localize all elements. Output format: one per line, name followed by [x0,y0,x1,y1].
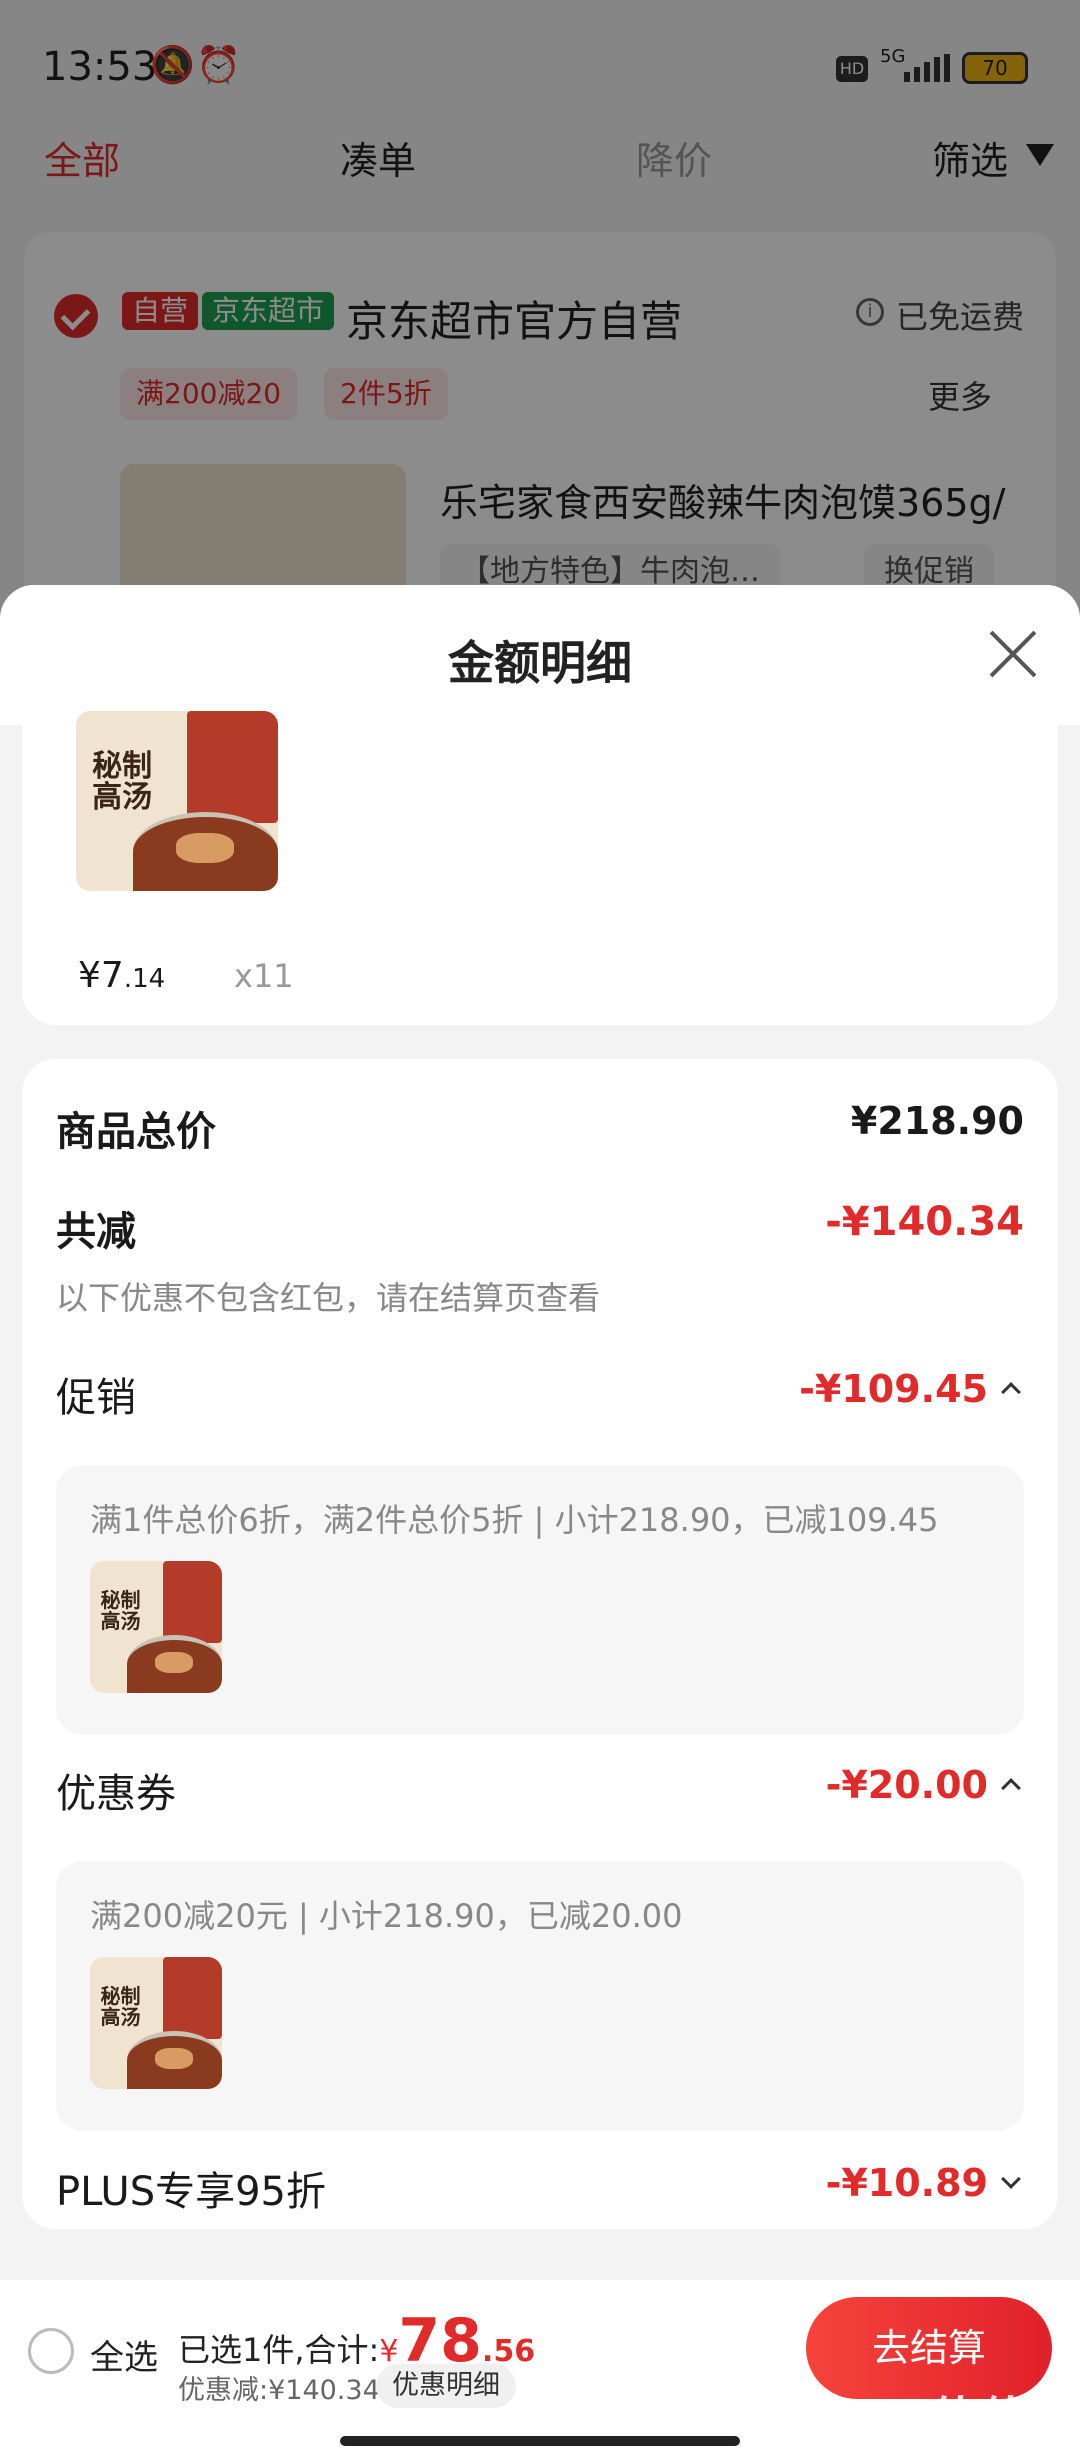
sheet-title: 金额明细 [448,636,632,690]
discount-text: 优惠减:¥140.34 [178,2375,380,2406]
promotion-item-thumbnail: 秘制高汤 [90,1561,222,1693]
plus-value: -¥10.89 [825,2161,988,2205]
item-qty: x11 [234,957,294,995]
coupon-detail: 满200减20元 | 小计218.90，已减20.00 [90,1897,683,1935]
home-indicator[interactable] [340,2436,740,2446]
chevron-down-icon [1001,2169,1021,2189]
promotion-detail-box: 满1件总价6折，满2件总价5折 | 小计218.90，已减109.45 秘制高汤 [56,1465,1024,1735]
selected-summary-text: 已选1件,合计: [178,2331,380,2369]
reduce-note: 以下优惠不包含红包，请在结算页查看 [56,1279,601,1317]
coupon-label: 优惠券 [56,1771,176,1817]
amount-summary-card: 商品总价 ¥218.90 共减 -¥140.34 以下优惠不包含红包，请在结算页… [22,1059,1058,2229]
total-value: ¥218.90 [850,1099,1024,1143]
watermark-url: zhizhizhi.com [930,2434,1066,2458]
coupon-toggle[interactable]: -¥20.00 [825,1763,1021,1807]
coupon-item-thumbnail: 秘制高汤 [90,1957,222,2089]
thumb-text: 秘制高汤 [92,748,153,816]
thumb-text: 秘制高汤 [100,1984,141,2030]
plus-toggle[interactable]: -¥10.89 [825,2161,1021,2205]
chevron-up-icon [1001,1382,1021,1402]
total-label: 商品总价 [56,1109,216,1155]
item-card: 秘制高汤 ¥7.14 x11 [22,711,1058,1025]
promotion-value: -¥109.45 [799,1367,988,1411]
promotion-detail: 满1件总价6折，满2件总价5折 | 小计218.90，已减109.45 [90,1501,939,1539]
discount-detail-button[interactable]: 优惠明细 [376,2364,516,2408]
sheet-header: 金额明细 [0,585,1080,725]
item-price: ¥7.14 [78,955,165,996]
thumb-text: 秘制高汤 [100,1588,141,1634]
reduce-value: -¥140.34 [825,1199,1024,1245]
close-icon[interactable] [988,629,1038,679]
select-all-radio[interactable] [28,2328,74,2374]
item-price-main: ¥7 [78,955,124,996]
item-thumbnail: 秘制高汤 [76,711,278,891]
reduce-label: 共减 [56,1209,136,1255]
select-all-label[interactable]: 全选 [90,2330,158,2379]
promotion-toggle[interactable]: -¥109.45 [799,1367,1021,1411]
chevron-up-icon [1001,1778,1021,1798]
plus-label: PLUS专享95折 [56,2169,326,2215]
coupon-detail-box: 满200减20元 | 小计218.90，已减20.00 秘制高汤 [56,1861,1024,2131]
amount-detail-sheet: 金额明细 秘制高汤 ¥7.14 x11 商品总价 ¥218.90 共减 -¥14… [0,585,1080,2460]
coupon-value: -¥20.00 [825,1763,988,1807]
item-price-decimal: .14 [123,964,166,994]
promotion-label: 促销 [56,1375,136,1421]
